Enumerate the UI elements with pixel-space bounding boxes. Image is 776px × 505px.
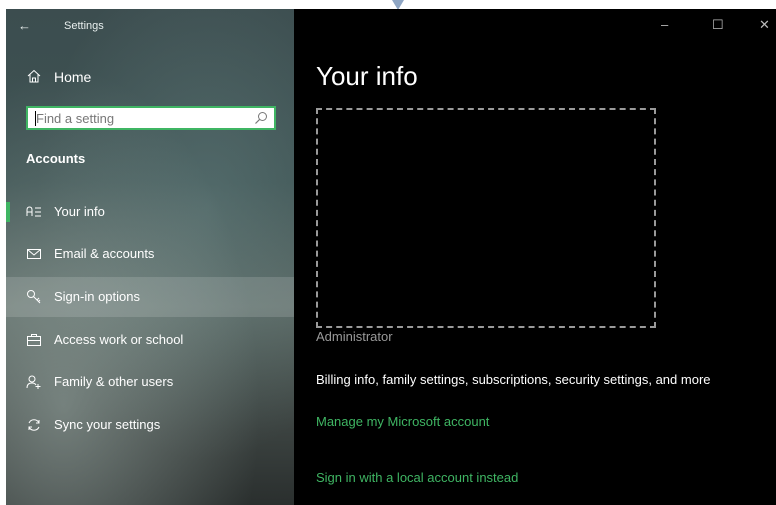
back-arrow-icon[interactable]: ←	[18, 18, 31, 33]
home-icon	[27, 69, 41, 83]
key-icon	[27, 290, 41, 304]
sidebar-item-label: Sign-in options	[54, 289, 140, 304]
sidebar-item-access-work-school[interactable]: Access work or school	[6, 320, 294, 360]
sidebar-item-sign-in-options[interactable]: Sign-in options	[6, 277, 294, 317]
maximize-button[interactable]: ☐	[712, 17, 724, 33]
username: Administrator	[316, 329, 393, 344]
search-input[interactable]: Find a setting	[26, 106, 276, 130]
manage-account-link[interactable]: Manage my Microsoft account	[316, 414, 489, 429]
local-account-link[interactable]: Sign in with a local account instead	[316, 470, 518, 485]
sidebar-item-sync-settings[interactable]: Sync your settings	[6, 405, 294, 445]
sidebar-item-family-users[interactable]: Family & other users	[6, 362, 294, 402]
sidebar-item-label: Access work or school	[54, 332, 184, 347]
sidebar-item-email-accounts[interactable]: Email & accounts	[6, 234, 294, 274]
add-person-icon	[26, 375, 41, 389]
close-button[interactable]: ✕	[759, 17, 770, 33]
sidebar-item-your-info[interactable]: Your info	[6, 192, 294, 232]
active-indicator	[6, 202, 10, 222]
settings-window: ← Settings Home Find a setting Accounts	[6, 9, 776, 505]
search-placeholder: Find a setting	[36, 111, 115, 126]
sidebar-item-label: Family & other users	[54, 374, 174, 389]
briefcase-icon	[27, 334, 41, 346]
top-edge	[0, 0, 776, 9]
account-info-text: Billing info, family settings, subscript…	[316, 372, 711, 387]
home-nav-item[interactable]: Home	[6, 63, 294, 89]
main-content: – ☐ ✕ Your info Administrator Billing in…	[294, 9, 776, 505]
sidebar-item-label: Sync your settings	[54, 417, 161, 432]
minimize-button[interactable]: –	[661, 17, 668, 32]
section-title-accounts: Accounts	[26, 151, 86, 166]
sidebar-item-label: Email & accounts	[54, 246, 155, 261]
window-title: Settings	[64, 20, 104, 32]
mail-icon	[27, 249, 41, 259]
sidebar-item-label: Your info	[54, 204, 105, 219]
person-card-icon	[26, 206, 41, 217]
avatar	[316, 108, 656, 328]
sidebar: ← Settings Home Find a setting Accounts	[6, 9, 294, 505]
window-controls: – ☐ ✕	[626, 9, 776, 41]
home-label: Home	[54, 69, 92, 85]
sync-icon	[28, 419, 40, 431]
page-title: Your info	[316, 61, 418, 91]
search-icon[interactable]	[254, 111, 268, 125]
